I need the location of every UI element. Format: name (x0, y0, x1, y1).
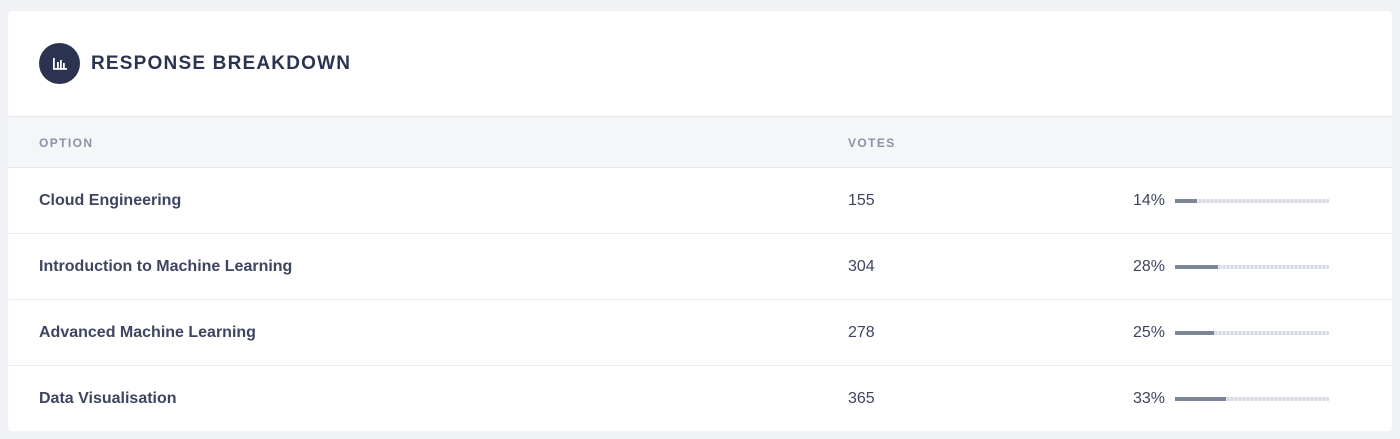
vote-count: 365 (848, 390, 875, 407)
option-label: Advanced Machine Learning (39, 324, 256, 341)
page-title: RESPONSE BREAKDOWN (91, 52, 352, 74)
percent-bar-fill (1175, 397, 1226, 401)
option-label: Cloud Engineering (39, 192, 182, 209)
option-label: Introduction to Machine Learning (39, 258, 293, 275)
percent-label: 14% (1132, 192, 1165, 209)
column-header-option: OPTION (39, 136, 94, 150)
vote-count: 278 (848, 324, 875, 341)
percent-bar (1175, 265, 1329, 269)
table-body: Cloud Engineering 155 14% Introduction t… (8, 168, 1392, 431)
table-header: OPTION VOTES (8, 116, 1392, 168)
percent-bar (1175, 397, 1329, 401)
response-breakdown-card: RESPONSE BREAKDOWN OPTION VOTES Cloud En… (8, 11, 1392, 431)
table-row: Introduction to Machine Learning 304 28% (8, 234, 1392, 300)
percent-bar-fill (1175, 199, 1197, 203)
table-row: Advanced Machine Learning 278 25% (8, 300, 1392, 366)
table-row: Data Visualisation 365 33% (8, 366, 1392, 431)
percent-label: 33% (1132, 390, 1165, 407)
vote-count: 304 (848, 258, 875, 275)
bar-chart-icon (39, 43, 80, 84)
percent-label: 28% (1132, 258, 1165, 275)
card-header: RESPONSE BREAKDOWN (8, 11, 1392, 116)
percent-label: 25% (1132, 324, 1165, 341)
percent-bar-fill (1175, 331, 1214, 335)
percent-bar (1175, 199, 1329, 203)
percent-bar (1175, 331, 1329, 335)
table-row: Cloud Engineering 155 14% (8, 168, 1392, 234)
vote-count: 155 (848, 192, 875, 209)
option-label: Data Visualisation (39, 390, 177, 407)
percent-bar-fill (1175, 265, 1219, 269)
column-header-votes: VOTES (848, 136, 896, 150)
